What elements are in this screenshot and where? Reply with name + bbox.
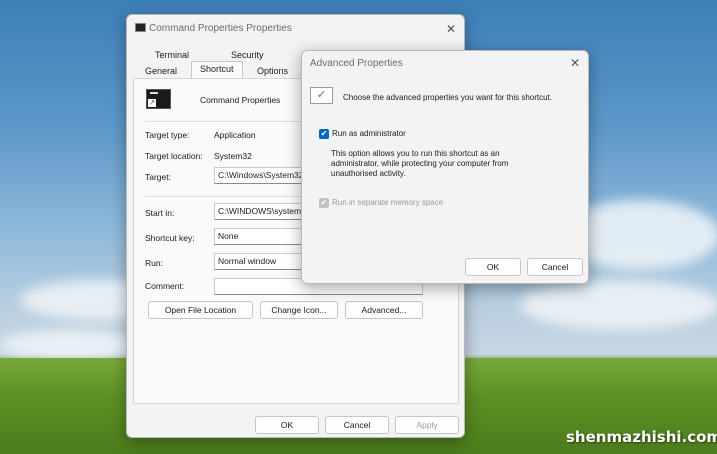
tab-terminal[interactable]: Terminal — [155, 50, 189, 60]
tab-security[interactable]: Security — [231, 50, 264, 60]
dialog-ok-button[interactable]: OK — [465, 258, 521, 276]
cloud — [0, 330, 140, 360]
checkmark-icon: ✓ — [310, 87, 333, 104]
change-icon-button[interactable]: Change Icon... — [260, 301, 338, 319]
shortcut-key-label: Shortcut key: — [145, 233, 195, 243]
open-file-location-button[interactable]: Open File Location — [148, 301, 253, 319]
dialog-header-text: Choose the advanced properties you want … — [343, 93, 553, 102]
shortcut-arrow-icon: ↗ — [148, 98, 156, 107]
apply-button: Apply — [395, 416, 459, 434]
cmd-app-icon — [135, 23, 146, 32]
tab-shortcut[interactable]: Shortcut — [191, 61, 243, 78]
shortcut-icon: ↗ — [146, 89, 171, 109]
target-location-value: System32 — [214, 151, 252, 161]
tab-general[interactable]: General — [145, 66, 177, 76]
start-in-label: Start in: — [145, 208, 175, 218]
shortcut-name: Command Properties — [200, 95, 281, 105]
titlebar: Command Properties Properties ✕ — [127, 15, 464, 43]
prompt-glyph — [150, 92, 158, 94]
target-type-value: Application — [214, 130, 256, 140]
run-label: Run: — [145, 258, 163, 268]
close-icon[interactable]: ✕ — [570, 56, 580, 70]
cancel-button[interactable]: Cancel — [325, 416, 389, 434]
run-as-admin-description: This option allows you to run this short… — [331, 149, 509, 178]
run-as-admin-label[interactable]: Run as administrator — [332, 129, 406, 138]
watermark: shenmazhishi.com — [566, 428, 717, 446]
separate-memory-checkbox: ✔ — [319, 198, 329, 208]
advanced-button[interactable]: Advanced... — [345, 301, 423, 319]
target-type-label: Target type: — [145, 130, 190, 140]
dialog-title: Advanced Properties — [310, 58, 403, 69]
comment-label: Comment: — [145, 281, 185, 291]
tab-options[interactable]: Options — [257, 66, 288, 76]
dialog-cancel-button[interactable]: Cancel — [527, 258, 583, 276]
close-icon[interactable]: ✕ — [446, 22, 456, 36]
titlebar: Advanced Properties ✕ — [302, 51, 588, 79]
cloud — [520, 280, 717, 330]
run-as-admin-checkbox[interactable]: ✔ — [319, 129, 329, 139]
advanced-properties-dialog: Advanced Properties ✕ ✓ Choose the advan… — [301, 50, 589, 284]
window-title: Command Properties Properties — [149, 23, 292, 34]
target-location-label: Target location: — [145, 151, 203, 161]
separate-memory-label: Run in separate memory space — [332, 198, 444, 207]
target-label: Target: — [145, 172, 171, 182]
ok-button[interactable]: OK — [255, 416, 319, 434]
